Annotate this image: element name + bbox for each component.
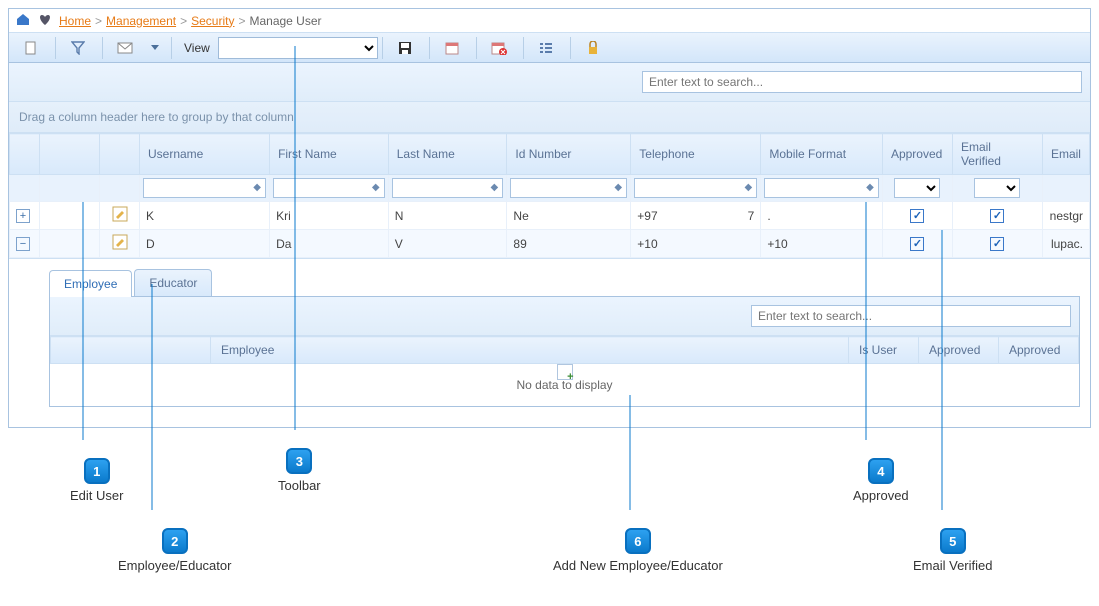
view-select[interactable]: [218, 37, 378, 59]
filter-idnumber[interactable]: [510, 178, 627, 198]
users-grid: Username First Name Last Name Id Number …: [9, 133, 1090, 258]
edit-icon[interactable]: [112, 206, 128, 222]
col-firstname[interactable]: First Name: [270, 134, 389, 175]
heart-icon: [37, 12, 53, 29]
detail-search-input[interactable]: [751, 305, 1071, 327]
filter-approved[interactable]: [894, 178, 940, 198]
mail-dropdown[interactable]: [145, 35, 165, 61]
home-icon[interactable]: [15, 12, 31, 29]
view-label: View: [176, 41, 218, 55]
group-by-zone[interactable]: Drag a column header here to group by th…: [9, 102, 1090, 133]
callout-label-2: Employee/Educator: [118, 558, 231, 573]
col-approved[interactable]: Approved: [882, 134, 952, 175]
col-idnumber[interactable]: Id Number: [507, 134, 631, 175]
callout-label-5: Email Verified: [913, 558, 992, 573]
col-username[interactable]: Username: [140, 134, 270, 175]
save-button[interactable]: [387, 35, 423, 61]
filter-icon[interactable]: ◆: [369, 180, 383, 194]
new-button[interactable]: [13, 35, 49, 61]
subcol-isuser[interactable]: Is User: [849, 337, 919, 364]
add-new-icon[interactable]: [557, 364, 573, 380]
filter-emailverified[interactable]: [974, 178, 1020, 198]
detail-panel: Employee Educator Employee Is User Appro…: [9, 258, 1090, 427]
callout-label-3: Toolbar: [278, 478, 321, 493]
calendar-button[interactable]: [434, 35, 470, 61]
search-input[interactable]: [642, 71, 1082, 93]
callout-label-4: Approved: [853, 488, 909, 503]
tab-educator[interactable]: Educator: [134, 269, 212, 296]
filter-telephone[interactable]: [634, 178, 757, 198]
callout-bubble-1: 1: [84, 458, 110, 484]
list-button[interactable]: [528, 35, 564, 61]
subcol-approved[interactable]: Approved: [919, 337, 999, 364]
callout-bubble-3: 3: [286, 448, 312, 474]
calendar-delete-button[interactable]: [481, 35, 517, 61]
no-data-row: No data to display: [50, 364, 1079, 406]
search-bar: [9, 63, 1090, 102]
filter-icon[interactable]: ◆: [863, 180, 877, 194]
subcol-approved2[interactable]: Approved: [999, 337, 1079, 364]
filter-icon[interactable]: ◆: [250, 180, 264, 194]
callout-label-1: Edit User: [70, 488, 123, 503]
filter-icon[interactable]: ◆: [487, 180, 501, 194]
col-emailverified[interactable]: Email Verified: [952, 134, 1042, 175]
expand-button[interactable]: +: [16, 209, 30, 223]
col-mobileformat[interactable]: Mobile Format: [761, 134, 883, 175]
mail-button[interactable]: [107, 35, 143, 61]
callout-label-6: Add New Employee/Educator: [553, 558, 723, 573]
tab-employee[interactable]: Employee: [49, 270, 132, 297]
table-row: − D Da V 89 +10 +10 ✓ ✓ lupac.: [10, 230, 1090, 258]
employee-subgrid: Employee Is User Approved Approved: [50, 336, 1079, 364]
filter-mobileformat[interactable]: [764, 178, 879, 198]
breadcrumb-security[interactable]: Security: [191, 14, 234, 28]
approved-checkbox[interactable]: ✓: [910, 209, 924, 223]
callout-bubble-2: 2: [162, 528, 188, 554]
filter-row: ◆ ◆ ◆ ◆ ◆ ◆: [10, 175, 1090, 202]
filter-username[interactable]: [143, 178, 266, 198]
breadcrumb: Home > Management > Security > Manage Us…: [9, 9, 1090, 33]
breadcrumb-management[interactable]: Management: [106, 14, 176, 28]
table-row: + K Kri N Ne +97 7 . ✓ ✓ nestgr: [10, 202, 1090, 230]
callout-bubble-6: 6: [625, 528, 651, 554]
filter-icon[interactable]: ◆: [741, 180, 755, 194]
emailverified-checkbox[interactable]: ✓: [990, 209, 1004, 223]
breadcrumb-home[interactable]: Home: [59, 14, 91, 28]
filter-icon[interactable]: ◆: [611, 180, 625, 194]
col-lastname[interactable]: Last Name: [388, 134, 507, 175]
lock-button[interactable]: [575, 35, 611, 61]
breadcrumb-current: Manage User: [249, 14, 321, 28]
callout-bubble-5: 5: [940, 528, 966, 554]
toolbar: View: [9, 33, 1090, 63]
col-email[interactable]: Email: [1042, 134, 1089, 175]
emailverified-checkbox[interactable]: ✓: [990, 237, 1004, 251]
edit-icon[interactable]: [112, 234, 128, 250]
approved-checkbox[interactable]: ✓: [910, 237, 924, 251]
subcol-employee[interactable]: Employee: [211, 337, 849, 364]
collapse-button[interactable]: −: [16, 237, 30, 251]
col-telephone[interactable]: Telephone: [631, 134, 761, 175]
filter-button[interactable]: [60, 35, 96, 61]
callout-bubble-4: 4: [868, 458, 894, 484]
